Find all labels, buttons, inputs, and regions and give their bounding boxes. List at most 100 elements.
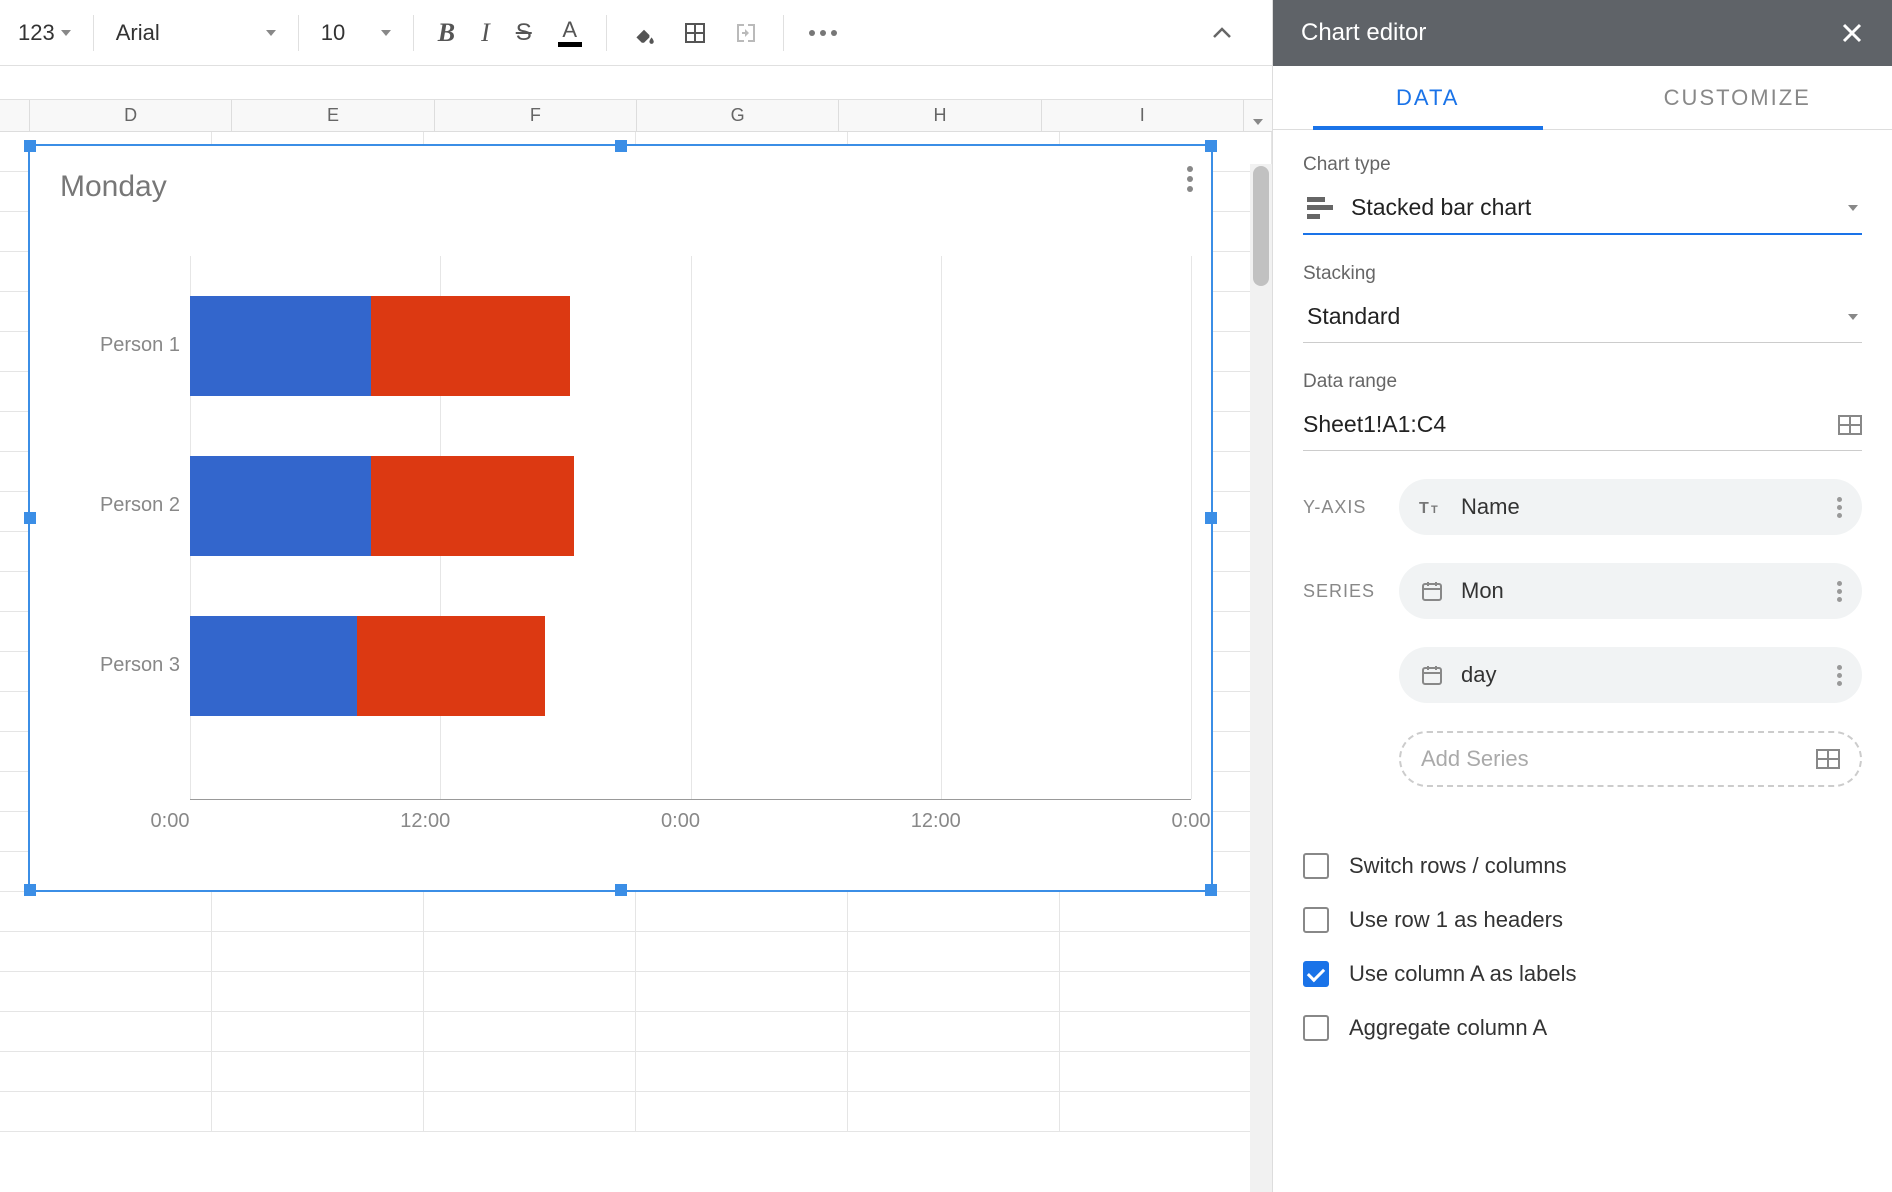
- embedded-chart[interactable]: Monday Person 1Person 2Person 3 0:0012:0…: [28, 144, 1213, 892]
- resize-handle[interactable]: [615, 140, 627, 152]
- more-horizontal-icon: [808, 29, 838, 37]
- data-range-input[interactable]: Sheet1!A1:C4: [1303, 411, 1446, 438]
- chart-x-label: 0:00: [1172, 810, 1211, 833]
- series-pill[interactable]: Mon: [1399, 563, 1862, 619]
- close-button[interactable]: [1840, 21, 1864, 45]
- caret-down-icon: [1848, 205, 1858, 211]
- chart-bar-row: [190, 456, 1191, 556]
- chart-bar-segment: [371, 456, 573, 556]
- y-axis-label: Y-AXIS: [1303, 497, 1375, 518]
- resize-handle[interactable]: [615, 884, 627, 896]
- merge-cells-button[interactable]: [721, 12, 771, 54]
- text-icon: TT: [1419, 496, 1445, 518]
- aggregate-column-a-checkbox[interactable]: Aggregate column A: [1303, 1015, 1862, 1041]
- resize-handle[interactable]: [24, 884, 36, 896]
- chart-y-label: Person 1: [70, 334, 180, 357]
- calendar-icon: [1419, 580, 1445, 602]
- add-series-button[interactable]: Add Series: [1399, 731, 1862, 787]
- chart-bar-segment: [357, 616, 545, 716]
- switch-rows-columns-checkbox[interactable]: Switch rows / columns: [1303, 853, 1862, 879]
- chart-type-label: Chart type: [1303, 154, 1862, 176]
- caret-down-icon: [266, 30, 276, 36]
- chart-x-label: 12:00: [911, 810, 961, 833]
- chart-bar-row: [190, 616, 1191, 716]
- panel-title: Chart editor: [1301, 19, 1426, 47]
- borders-button[interactable]: [671, 12, 719, 54]
- borders-icon: [683, 21, 707, 45]
- toolbar: 123 Arial 10 B I S A: [0, 0, 1272, 66]
- column-header[interactable]: H: [839, 100, 1041, 131]
- resize-handle[interactable]: [1205, 884, 1217, 896]
- tab-customize[interactable]: CUSTOMIZE: [1583, 66, 1892, 129]
- text-color-button[interactable]: A: [546, 12, 594, 54]
- series-label: SERIES: [1303, 581, 1375, 602]
- paint-bucket-icon: [631, 20, 657, 46]
- tab-data[interactable]: DATA: [1273, 66, 1583, 129]
- fill-color-button[interactable]: [619, 12, 669, 54]
- y-axis-pill[interactable]: TT Name: [1399, 479, 1862, 535]
- column-header[interactable]: I: [1042, 100, 1244, 131]
- data-range-label: Data range: [1303, 371, 1862, 393]
- stacking-select[interactable]: Standard: [1303, 295, 1862, 343]
- vertical-scrollbar[interactable]: [1250, 164, 1272, 1192]
- column-header[interactable]: F: [435, 100, 637, 131]
- column-header[interactable]: D: [30, 100, 232, 131]
- number-format-dropdown[interactable]: 123: [8, 12, 81, 54]
- column-header[interactable]: E: [232, 100, 434, 131]
- font-family-dropdown[interactable]: Arial: [106, 12, 286, 54]
- svg-text:T: T: [1419, 500, 1429, 517]
- strikethrough-icon: S: [516, 19, 532, 47]
- chart-bar-segment: [190, 456, 371, 556]
- pill-menu-button[interactable]: [1837, 581, 1842, 602]
- scrollbar-thumb[interactable]: [1253, 166, 1269, 286]
- strikethrough-button[interactable]: S: [504, 12, 544, 54]
- caret-down-icon: [381, 30, 391, 36]
- resize-handle[interactable]: [1205, 512, 1217, 524]
- chart-bar-row: [190, 296, 1191, 396]
- more-button[interactable]: [796, 12, 850, 54]
- caret-down-icon: [61, 30, 71, 36]
- chart-y-label: Person 3: [70, 654, 180, 677]
- close-icon: [1840, 21, 1864, 45]
- bold-button[interactable]: B: [426, 12, 467, 54]
- collapse-toolbar-button[interactable]: [1200, 12, 1244, 54]
- italic-icon: I: [481, 18, 490, 48]
- italic-button[interactable]: I: [469, 12, 502, 54]
- chart-editor-panel: Chart editor DATA CUSTOMIZE Chart type S…: [1272, 0, 1892, 1192]
- resize-handle[interactable]: [24, 512, 36, 524]
- chart-bar-segment: [190, 296, 371, 396]
- use-row-1-headers-checkbox[interactable]: Use row 1 as headers: [1303, 907, 1862, 933]
- select-range-icon: [1816, 749, 1840, 769]
- select-range-button[interactable]: [1838, 415, 1862, 435]
- column-header[interactable]: G: [637, 100, 839, 131]
- use-column-a-labels-checkbox[interactable]: Use column A as labels: [1303, 961, 1862, 987]
- font-size-dropdown[interactable]: 10: [311, 12, 401, 54]
- checkbox-icon: [1303, 907, 1329, 933]
- checkbox-icon: [1303, 853, 1329, 879]
- chart-y-label: Person 2: [70, 494, 180, 517]
- pill-menu-button[interactable]: [1837, 497, 1842, 518]
- checkbox-checked-icon: [1303, 961, 1329, 987]
- svg-text:T: T: [1431, 504, 1438, 516]
- column-headers: D E F G H I: [0, 100, 1272, 132]
- column-dropdown-button[interactable]: [1244, 100, 1272, 131]
- chart-menu-button[interactable]: [1187, 166, 1193, 192]
- spreadsheet-grid[interactable]: Monday Person 1Person 2Person 3 0:0012:0…: [0, 132, 1272, 1192]
- series-pill[interactable]: day: [1399, 647, 1862, 703]
- chart-type-select[interactable]: Stacked bar chart: [1303, 186, 1862, 235]
- chart-x-label: 12:00: [400, 810, 450, 833]
- chart-bar-segment: [190, 616, 357, 716]
- stacking-label: Stacking: [1303, 263, 1862, 285]
- bold-icon: B: [438, 18, 455, 48]
- resize-handle[interactable]: [24, 140, 36, 152]
- stacked-bar-icon: [1307, 197, 1333, 219]
- chart-x-label: 0:00: [151, 810, 190, 833]
- pill-menu-button[interactable]: [1837, 665, 1842, 686]
- text-color-icon: A: [562, 19, 577, 41]
- chart-bar-segment: [371, 296, 569, 396]
- resize-handle[interactable]: [1205, 140, 1217, 152]
- checkbox-icon: [1303, 1015, 1329, 1041]
- calendar-icon: [1419, 664, 1445, 686]
- chart-x-label: 0:00: [661, 810, 700, 833]
- chevron-up-icon: [1212, 27, 1232, 39]
